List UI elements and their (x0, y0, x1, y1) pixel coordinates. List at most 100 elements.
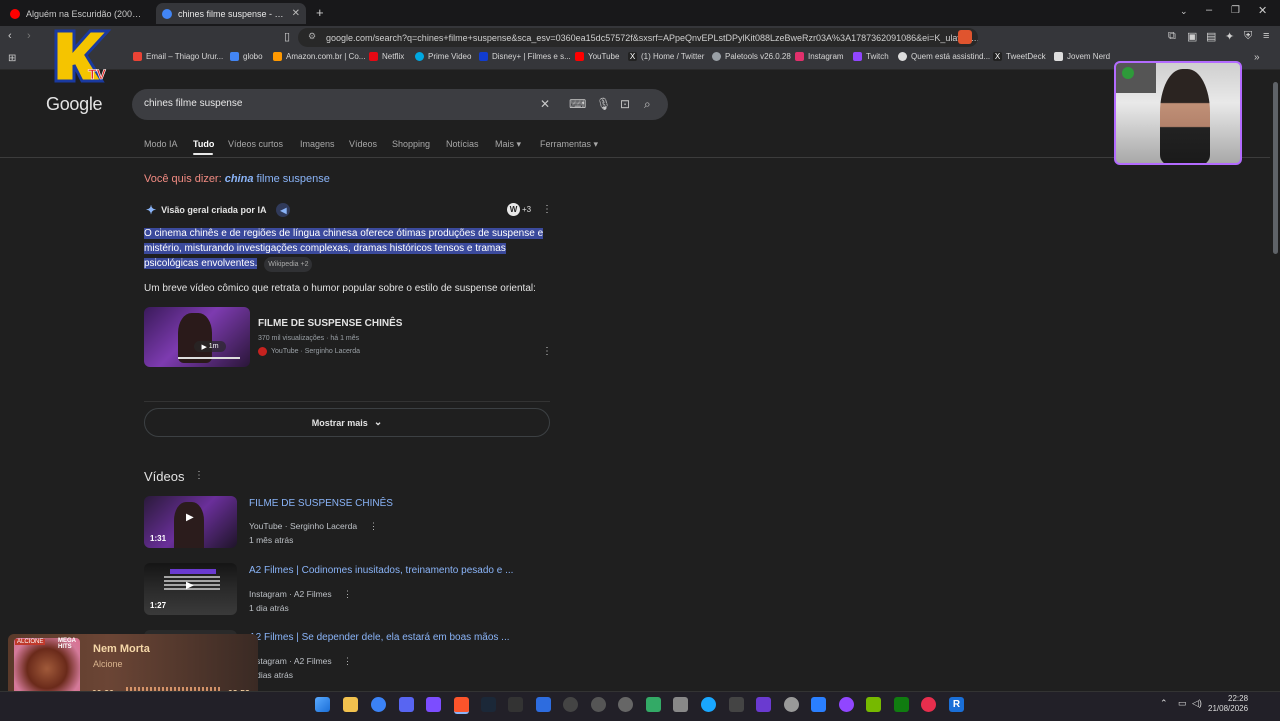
bookmark-netflix[interactable]: Netflix (369, 52, 404, 61)
lens-icon[interactable]: ⊡ (620, 97, 630, 111)
app-icon-12[interactable] (811, 697, 826, 712)
back-icon[interactable]: ‹ (8, 30, 12, 42)
app-icon-9[interactable] (729, 697, 744, 712)
network-icon[interactable]: ▭ (1178, 698, 1187, 709)
sources-count[interactable]: +3 (522, 205, 531, 214)
video-2-title[interactable]: A2 Filmes | Codinomes inusitados, treina… (249, 565, 513, 576)
app-icon-8[interactable] (701, 697, 716, 712)
app-icon-5[interactable] (618, 697, 633, 712)
sidebar-icon[interactable]: ▣ (1187, 30, 1197, 43)
ai-video-thumbnail[interactable]: ▶ 1m (144, 307, 250, 367)
address-bar[interactable]: google.com/search?q=chines+filme+suspens… (298, 28, 978, 47)
nvidia-icon[interactable] (866, 697, 881, 712)
edge-icon[interactable] (371, 697, 386, 712)
new-tab-icon[interactable]: + (316, 5, 324, 20)
bookmark-email[interactable]: Email – Thiago Urur... (133, 52, 223, 61)
tab-1[interactable]: Alguém na Escuridão (2000) - Chama (4, 3, 152, 24)
app-icon-2[interactable] (508, 697, 523, 712)
listen-icon[interactable]: ◀ (276, 203, 291, 217)
bookmark-globo[interactable]: globo (230, 52, 263, 61)
app-icon[interactable] (426, 697, 441, 712)
brave-shield-icon[interactable] (958, 30, 972, 44)
bookmark-youtube[interactable]: YouTube (575, 52, 619, 61)
bookmark-amazon[interactable]: Amazon.com.br | Co... (273, 52, 365, 61)
close-tab-icon[interactable]: ✕ (292, 8, 300, 19)
site-info-icon[interactable]: ⚙ (308, 31, 316, 42)
close-window-icon[interactable]: ✕ (1258, 4, 1267, 17)
wallet-icon[interactable]: ▤ (1206, 30, 1216, 43)
did-you-mean-suggestion[interactable]: china filme suspense (225, 173, 330, 185)
video-1-title[interactable]: FILME DE SUSPENSE CHINÊS (249, 498, 393, 509)
apps-grid-icon[interactable]: ⊞ (8, 53, 16, 64)
bookmark-icon[interactable]: ▯ (284, 30, 290, 43)
app-icon-14[interactable] (921, 697, 936, 712)
more-options-icon[interactable]: ⋮ (542, 204, 552, 215)
more-bookmarks-icon[interactable]: » (1254, 52, 1260, 63)
ai-video-title[interactable]: FILME DE SUSPENSE CHINÊS (258, 318, 402, 329)
bookmark-twitch[interactable]: Twitch (853, 52, 889, 61)
tab-shopping[interactable]: Shopping (392, 139, 430, 149)
video-3-title[interactable]: A2 Filmes | Se depender dele, ela estará… (249, 632, 510, 643)
google-logo[interactable]: Google (46, 94, 103, 115)
bookmark-jovemnerd[interactable]: Jovem Nerd (1054, 52, 1110, 61)
xbox-icon[interactable] (894, 697, 909, 712)
video-1-thumbnail[interactable]: ▶ 1:31 (144, 496, 237, 548)
app-icon-4[interactable] (563, 697, 578, 712)
brave-icon[interactable] (454, 697, 469, 714)
extensions-icon[interactable]: ⧉ (1168, 30, 1176, 43)
forward-icon[interactable]: › (27, 30, 31, 42)
show-more-button[interactable]: Mostrar mais ⌄ (144, 408, 550, 437)
bookmark-quem[interactable]: Quem está assistind... (898, 52, 990, 61)
search-icon[interactable]: ⌕ (644, 97, 651, 112)
steam-icon[interactable] (481, 697, 496, 712)
bookmark-tweetdeck[interactable]: X TweetDeck (993, 52, 1046, 61)
maximize-icon[interactable]: ❐ (1231, 5, 1240, 16)
windows-start-icon[interactable] (315, 697, 330, 712)
video-2-options-icon[interactable]: ⋮ (343, 589, 352, 600)
scrollbar-thumb[interactable] (1273, 82, 1278, 254)
tab-mais[interactable]: Mais ▾ (495, 139, 521, 150)
tray-expand-icon[interactable]: ⌃ (1160, 698, 1168, 709)
wikipedia-source-icon[interactable]: W (507, 203, 520, 216)
bookmark-instagram[interactable]: Instagram (795, 52, 844, 61)
minimize-icon[interactable]: – (1206, 4, 1212, 16)
bookmark-disney[interactable]: Disney+ | Filmes e s... (479, 52, 571, 61)
video-2-thumbnail[interactable]: ▶ 1:27 (144, 563, 237, 615)
tab-search-icon[interactable]: ⌄ (1180, 6, 1188, 17)
ai-source-chip[interactable]: Wikipedia +2 (264, 257, 313, 272)
app-icon-7[interactable] (673, 697, 688, 712)
tab-videos[interactable]: Vídeos (349, 139, 377, 149)
obs-icon[interactable] (591, 697, 606, 712)
discord-icon[interactable] (399, 697, 414, 712)
tab-2[interactable]: chines filme suspense - Pesquisa ✕ (156, 3, 306, 24)
volume-icon[interactable]: ◁) (1192, 698, 1202, 709)
tab-videos-curtos[interactable]: Vídeos curtos (228, 139, 283, 149)
app-icon-15[interactable]: R (949, 697, 964, 712)
leo-icon[interactable]: ✦ (1225, 30, 1234, 43)
bookmark-paletools[interactable]: Paletools v26.0.28 (712, 52, 791, 61)
app-icon-13[interactable] (839, 697, 854, 712)
video-1-options-icon[interactable]: ⋮ (369, 521, 378, 532)
menu-icon[interactable]: ≡ (1263, 30, 1269, 42)
microphone-icon[interactable]: 🎙 (596, 97, 611, 111)
clear-search-icon[interactable]: ✕ (540, 97, 550, 111)
tab-noticias[interactable]: Notícias (446, 139, 479, 149)
video-3-options-icon[interactable]: ⋮ (343, 656, 352, 667)
tab-ferramentas[interactable]: Ferramentas ▾ (540, 139, 598, 150)
vpn-icon[interactable]: ⛨ (1244, 30, 1252, 43)
bookmark-prime[interactable]: Prime Video (415, 52, 471, 61)
system-clock[interactable]: 22:28 21/08/2026 (1208, 694, 1248, 714)
tab-imagens[interactable]: Imagens (300, 139, 335, 149)
app-icon-10[interactable] (756, 697, 771, 712)
keyboard-icon[interactable]: ⌨ (569, 97, 586, 111)
app-icon-11[interactable] (784, 697, 799, 712)
search-input[interactable]: chines filme suspense (144, 98, 242, 109)
tab-tudo[interactable]: Tudo (193, 139, 214, 149)
videos-options-icon[interactable]: ⋮ (194, 470, 204, 481)
tab-modo-ia[interactable]: Modo IA (144, 139, 178, 149)
file-explorer-icon[interactable] (343, 697, 358, 712)
app-icon-6[interactable] (646, 697, 661, 712)
video-options-icon[interactable]: ⋮ (542, 346, 552, 357)
app-icon-3[interactable] (536, 697, 551, 712)
bookmark-twitter[interactable]: X (1) Home / Twitter (628, 52, 704, 61)
